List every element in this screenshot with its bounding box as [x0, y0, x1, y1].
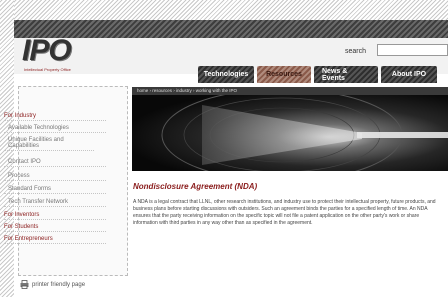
sidebar-item-for-students[interactable]: For Students [4, 223, 106, 232]
search-input[interactable] [377, 44, 448, 56]
logo-subtitle: Intellectual Property Office [24, 67, 71, 72]
ipo-logo[interactable]: IPO Intellectual Property Office [22, 36, 114, 74]
nda-description: A NDA is a legal contract that LLNL, oth… [133, 199, 436, 226]
hero-image [132, 95, 448, 171]
tab-technologies[interactable]: Technologies [198, 66, 254, 83]
printer-icon[interactable] [20, 280, 29, 289]
breadcrumb[interactable]: home › resources › industry › working wi… [132, 87, 448, 95]
hero-laser-graphic [132, 95, 448, 171]
sidebar-item-tech-transfer-network[interactable]: Tech Transfer Network [4, 198, 106, 207]
tab-about-ipo[interactable]: About IPO [381, 66, 437, 83]
sidebar-item-contact-ipo[interactable]: Contact IPO [4, 158, 106, 167]
sidebar-item-for-entrepreneurs[interactable]: For Entrepreneurs [4, 235, 106, 244]
top-hatched-strip [14, 0, 448, 22]
sidebar-item-unique-facilities[interactable]: Unique Facilities and Capabilities [4, 136, 94, 151]
sidebar-item-standard-forms[interactable]: Standard Forms [4, 185, 106, 194]
logo-text: IPO [22, 34, 72, 67]
main-nav: Technologies Resources News & Events Abo… [198, 66, 437, 83]
tab-resources[interactable]: Resources [257, 66, 311, 83]
sidebar-item-for-industry[interactable]: For Industry [4, 112, 106, 121]
sidebar-item-available-technologies[interactable]: Available Technologies [4, 124, 106, 133]
page-title: Nondisclosure Agreement (NDA) [133, 182, 258, 191]
sidebar-item-process[interactable]: Process [4, 172, 106, 181]
printer-friendly-link[interactable]: printer friendly page [32, 282, 85, 288]
sidebar-item-for-inventors[interactable]: For Inventors [4, 211, 106, 220]
tab-news-events[interactable]: News & Events [314, 66, 378, 83]
search-label: search [345, 48, 367, 55]
